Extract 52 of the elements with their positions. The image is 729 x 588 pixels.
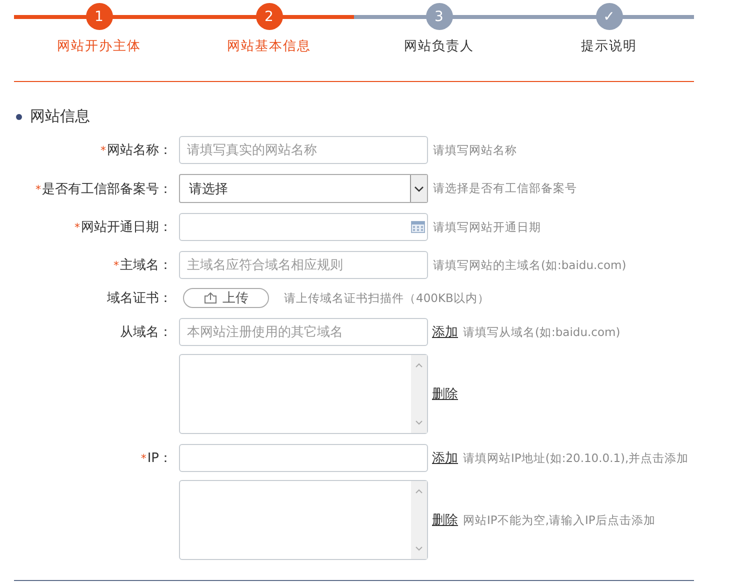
scroll-down-icon[interactable] — [415, 420, 423, 425]
step-label: 网站开办主体 — [57, 38, 141, 55]
hint-text: 请上传域名证书扫描件（400KB以内） — [284, 290, 490, 306]
upload-icon — [204, 292, 216, 304]
required-mark: * — [74, 221, 80, 234]
step-number: 1 — [86, 3, 112, 30]
hint-text: 请填网站IP地址(如:20.10.0.1),并点击添加 — [463, 450, 689, 466]
required-mark: * — [36, 182, 41, 196]
link[interactable]: 删除 — [432, 511, 458, 529]
upload-button[interactable]: 上传 — [183, 288, 269, 308]
step-label: 网站基本信息 — [227, 38, 311, 55]
field-label: 域名证书： — [107, 291, 172, 306]
hint-text: 网站IP不能为空,请输入IP后点击添加 — [463, 512, 656, 528]
list-box[interactable] — [179, 480, 428, 560]
list-box[interactable] — [179, 354, 428, 434]
scrollbar[interactable] — [411, 355, 427, 433]
field-label: 网站名称： — [107, 143, 172, 158]
required-mark: * — [114, 259, 119, 272]
step-label: 网站负责人 — [404, 38, 474, 55]
input-field[interactable]: 主域名应符合域名相应规则 — [179, 251, 428, 279]
field-label: 主域名： — [120, 258, 172, 273]
field-label: 从域名： — [120, 325, 172, 340]
calendar-icon — [411, 221, 425, 233]
scroll-down-icon[interactable] — [415, 546, 423, 551]
select-field[interactable]: 请选择 — [179, 174, 428, 203]
hint-text: 请填写网站开通日期 — [433, 220, 541, 234]
input-field[interactable] — [179, 444, 428, 472]
step-number: 3 — [426, 3, 452, 30]
hint-text: 请填写网站的主域名(如:baidu.com) — [433, 258, 626, 272]
link[interactable]: 添加 — [432, 323, 458, 341]
hint-text: 请填写从域名(如:baidu.com) — [463, 324, 620, 340]
link[interactable]: 删除 — [432, 385, 458, 403]
scroll-up-icon[interactable] — [415, 489, 423, 494]
input-field[interactable]: 请填写真实的网站名称 — [179, 136, 428, 164]
scrollbar[interactable] — [411, 481, 427, 559]
hint-text: 请填写网站名称 — [433, 142, 517, 158]
field-label: 是否有工信部备案号： — [42, 182, 172, 196]
link[interactable]: 添加 — [432, 449, 458, 467]
scroll-up-icon[interactable] — [415, 363, 423, 368]
section-title: 网站信息 — [30, 107, 90, 126]
chevron-icon — [410, 175, 427, 202]
required-mark: * — [140, 452, 146, 465]
hint-text: 请选择是否有工信部备案号 — [433, 181, 577, 196]
input-field[interactable]: 本网站注册使用的其它域名 — [179, 318, 428, 346]
step-number: ✓ — [596, 3, 622, 30]
required-mark: * — [100, 144, 106, 157]
bullet-icon — [16, 114, 22, 120]
date-field[interactable] — [179, 213, 428, 241]
field-label: 网站开通日期： — [81, 220, 172, 235]
field-label: IP： — [147, 451, 172, 466]
step-number: 2 — [256, 3, 282, 30]
step-label: 提示说明 — [581, 38, 637, 55]
